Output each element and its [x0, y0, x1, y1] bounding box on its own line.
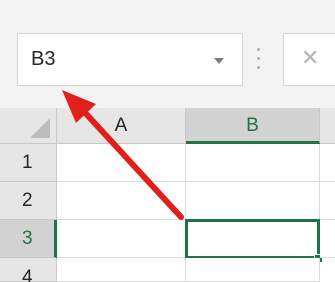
vertical-dots-icon[interactable]	[257, 48, 261, 72]
formula-bar: B3 ✕	[0, 0, 335, 108]
cell-a2[interactable]	[57, 182, 186, 220]
cell-c3[interactable]	[320, 220, 335, 258]
row-header-1[interactable]: 1	[0, 144, 57, 182]
select-all-button[interactable]	[0, 108, 57, 144]
worksheet-grid: A B 1 2 3 4	[0, 108, 335, 282]
cancel-button[interactable]: ✕	[283, 33, 335, 86]
cell-a3[interactable]	[57, 220, 186, 258]
name-box-value: B3	[31, 48, 56, 70]
column-header-b[interactable]: B	[186, 108, 320, 144]
column-header-a[interactable]: A	[57, 108, 186, 144]
row-header-2[interactable]: 2	[0, 182, 57, 220]
cell-c2[interactable]	[320, 182, 335, 220]
column-header-c[interactable]	[320, 108, 335, 144]
cell-a1[interactable]	[57, 144, 186, 182]
row-header-4[interactable]: 4	[0, 258, 57, 282]
select-all-triangle-icon	[30, 118, 50, 138]
spreadsheet-window: B3 ✕ A B 1 2 3 4	[0, 0, 335, 282]
cell-c1[interactable]	[320, 144, 335, 182]
cell-b4[interactable]	[186, 258, 320, 282]
cell-b2[interactable]	[186, 182, 320, 220]
cell-a4[interactable]	[57, 258, 186, 282]
row-header-3[interactable]: 3	[0, 220, 57, 258]
close-icon: ✕	[301, 45, 320, 70]
cell-b3-active[interactable]	[185, 219, 320, 259]
cell-b1[interactable]	[186, 144, 320, 182]
name-box[interactable]: B3	[17, 33, 243, 86]
chevron-down-icon[interactable]	[214, 58, 224, 64]
